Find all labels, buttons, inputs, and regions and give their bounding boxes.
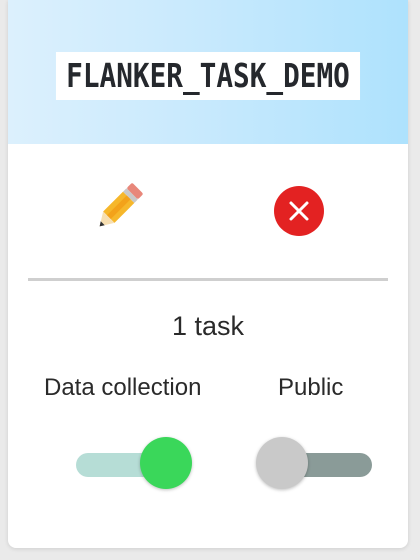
data-collection-toggle[interactable] <box>76 437 196 493</box>
experiment-card: FLANKER_TASK_DEMO 1 task Data collection… <box>8 0 408 548</box>
data-collection-label: Data collection <box>44 374 202 401</box>
toggle-thumb <box>140 437 192 489</box>
public-label: Public <box>278 374 344 401</box>
experiment-title: FLANKER_TASK_DEMO <box>55 52 361 100</box>
public-toggle[interactable] <box>256 437 376 493</box>
pencil-icon <box>99 183 143 227</box>
divider <box>28 278 388 281</box>
delete-button[interactable] <box>273 185 325 237</box>
card-header: FLANKER_TASK_DEMO <box>8 0 408 144</box>
toggle-thumb <box>256 437 308 489</box>
task-count: 1 task <box>171 311 245 341</box>
close-circle-icon <box>274 186 324 236</box>
edit-button[interactable] <box>90 178 146 238</box>
